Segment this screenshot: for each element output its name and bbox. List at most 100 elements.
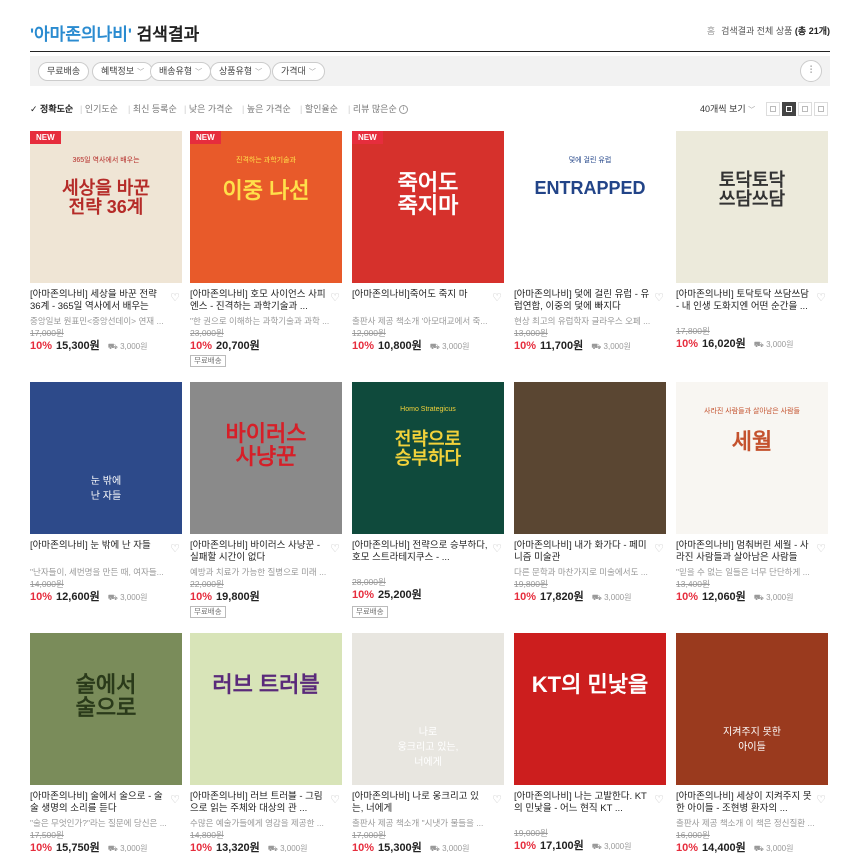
- heart-icon[interactable]: ♡: [816, 542, 826, 555]
- book-cover[interactable]: 토닥토닥 쓰담쓰담: [676, 131, 828, 283]
- product-title[interactable]: [아마존의나비] 눈 밖에 난 자들: [30, 540, 168, 564]
- book-cover[interactable]: 덫에 걸린 유럽 ENTRAPPED: [514, 131, 666, 283]
- product-title[interactable]: [아마존의나비] 토닥토닥 쓰담쓰담 - 내 인생 도화지엔 어떤 순간을 ..…: [676, 289, 814, 313]
- shipping-fee: ⛟ 3,000원: [430, 844, 470, 853]
- product-card[interactable]: NEW 죽어도 죽지마 [아마존의나비]죽어도 죽지 마 ♡ 출판사 제공 책소개 '아…: [352, 131, 504, 367]
- product-card[interactable]: 덫에 걸린 유럽 ENTRAPPED [아마존의나비] 덫에 걸린 유럽 - 유럽연…: [514, 131, 666, 367]
- book-cover[interactable]: 눈 밖에 난 자들: [30, 382, 182, 534]
- sale-price: 10% 12,600원 ⛟ 3,000원: [30, 588, 148, 604]
- view-list-icon[interactable]: [766, 102, 780, 116]
- view-large-icon[interactable]: [814, 102, 828, 116]
- product-title[interactable]: [아마존의나비] 세상이 지켜주지 못한 아이들 - 조현병 환자의 ...: [676, 791, 814, 815]
- product-card[interactable]: 지켜주지 못한 아이들 [아마존의나비] 세상이 지켜주지 못한 아이들 - 조현…: [676, 633, 828, 857]
- book-cover[interactable]: 러브 트러블: [190, 633, 342, 785]
- heart-icon[interactable]: ♡: [816, 793, 826, 806]
- heart-icon[interactable]: ♡: [492, 793, 502, 806]
- breadcrumb-home[interactable]: 홈: [707, 26, 715, 36]
- shipping-value: 3,000원: [766, 593, 794, 602]
- product-card[interactable]: Homo Strategicus 전략으로 승부하다 [아마존의나비] 전략으로 승…: [352, 382, 504, 618]
- heart-icon[interactable]: ♡: [654, 291, 664, 304]
- product-card[interactable]: 토닥토닥 쓰담쓰담 [아마존의나비] 토닥토닥 쓰담쓰담 - 내 인생 도화지엔 …: [676, 131, 828, 367]
- book-cover[interactable]: NEW 진격하는 과학기술과 이중 나선: [190, 131, 342, 283]
- heart-icon[interactable]: ♡: [654, 542, 664, 555]
- product-card[interactable]: 바이러스 사냥꾼 [아마존의나비] 바이러스 사냥꾼 - 실패할 시간이 없다 ♡ 예…: [190, 382, 342, 618]
- product-card[interactable]: [아마존의나비] 내가 화가다 - 페미니즘 미술관 ♡ 다른 문학과 마찬가지로 …: [514, 382, 666, 618]
- product-title[interactable]: [아마존의나비] 나로 웅크리고 있는, 너에게: [352, 791, 490, 815]
- heart-icon[interactable]: ♡: [330, 542, 340, 555]
- price-value: 15,750원: [56, 842, 100, 854]
- product-title[interactable]: [아마존의나비]죽어도 죽지 마: [352, 289, 490, 313]
- product-card[interactable]: 러브 트러블 [아마존의나비] 러브 트러블 - 그림으로 읽는 주체와 대상의 …: [190, 633, 342, 857]
- info-icon[interactable]: i: [398, 105, 408, 115]
- sale-price: 10% 16,020원 ⛟ 3,000원: [676, 335, 794, 351]
- product-card[interactable]: NEW 365일 역사에서 배우는 세상을 바꾼 전략 36계 [아마존의나비] 세상…: [30, 131, 182, 367]
- heart-icon[interactable]: ♡: [330, 793, 340, 806]
- price-value: 10,800원: [378, 340, 422, 352]
- per-page-select[interactable]: 40개씩 보기 ﹀: [700, 102, 755, 115]
- product-card[interactable]: KT의 민낯을 [아마존의나비] 나는 고발한다. KT의 민낯을 - 어느 현직…: [514, 633, 666, 857]
- book-cover[interactable]: KT의 민낯을: [514, 633, 666, 785]
- product-card[interactable]: 술에서 술으로 [아마존의나비] 술에서 술으로 - 술술 생명의 소리를 듣다 ♡…: [30, 633, 182, 857]
- truck-icon: ⛟: [591, 842, 602, 851]
- view-grid-icon[interactable]: [782, 102, 796, 116]
- book-cover[interactable]: 바이러스 사냥꾼: [190, 382, 342, 534]
- product-card[interactable]: 사라진 사람들과 살아남은 사람들 세월 [아마존의나비] 멈춰버린 세월 - 사라…: [676, 382, 828, 618]
- sort-high-price[interactable]: | 높은 가격순: [242, 102, 291, 115]
- book-cover[interactable]: NEW 365일 역사에서 배우는 세상을 바꾼 전략 36계: [30, 131, 182, 283]
- heart-icon[interactable]: ♡: [330, 291, 340, 304]
- heart-icon[interactable]: ♡: [170, 542, 180, 555]
- product-title[interactable]: [아마존의나비] 나는 고발한다. KT의 민낯을 - 어느 현직 KT ...: [514, 791, 652, 815]
- sort-accuracy[interactable]: ✓ 정확도순: [30, 102, 73, 115]
- heart-icon[interactable]: ♡: [492, 542, 502, 555]
- filter-delivery-type[interactable]: 배송유형 ﹀: [150, 62, 212, 81]
- heart-icon[interactable]: ♡: [816, 291, 826, 304]
- heart-icon[interactable]: ♡: [170, 793, 180, 806]
- sort-reviews[interactable]: | 리뷰 많은순 i: [348, 102, 408, 115]
- cover-subtitle: 365일 역사에서 배우는: [72, 157, 140, 164]
- product-card[interactable]: 나로 웅크리고 있는, 너에게 [아마존의나비] 나로 웅크리고 있는, 너에게 ♡…: [352, 633, 504, 857]
- product-title[interactable]: [아마존의나비] 내가 화가다 - 페미니즘 미술관: [514, 540, 652, 564]
- sale-price: 10% 10,800원 ⛟ 3,000원: [352, 337, 470, 353]
- sort-newest[interactable]: | 최신 등록순: [128, 102, 177, 115]
- view-wide-icon[interactable]: [798, 102, 812, 116]
- sort-popular[interactable]: | 인기도순: [80, 102, 118, 115]
- product-title[interactable]: [아마존의나비] 술에서 술으로 - 술술 생명의 소리를 듣다: [30, 791, 168, 815]
- filter-benefit[interactable]: 혜택정보 ﹀: [92, 62, 154, 81]
- truck-icon: ⛟: [753, 340, 764, 349]
- sale-price: 10% 11,700원 ⛟ 3,000원: [514, 337, 631, 353]
- book-cover[interactable]: Homo Strategicus 전략으로 승부하다: [352, 382, 504, 534]
- product-title[interactable]: [아마존의나비] 덫에 걸린 유럽 - 유럽연합, 이중의 덫에 빠지다: [514, 289, 652, 313]
- product-title[interactable]: [아마존의나비] 호모 사이언스 사피엔스 - 진격하는 과학기술과 ...: [190, 289, 328, 313]
- product-title[interactable]: [아마존의나비] 바이러스 사냥꾼 - 실패할 시간이 없다: [190, 540, 328, 564]
- discount-rate: 10%: [352, 842, 375, 854]
- product-title[interactable]: [아마존의나비] 러브 트러블 - 그림으로 읽는 주체와 대상의 관 ...: [190, 791, 328, 815]
- book-cover[interactable]: 사라진 사람들과 살아남은 사람들 세월: [676, 382, 828, 534]
- cover-title: 전략으로 승부하다: [394, 429, 462, 468]
- product-description: "술은 무엇인가?"라는 질문에 당신은 ...: [30, 818, 167, 828]
- product-title[interactable]: [아마존의나비] 전략으로 승부하다, 호모 스트라테지쿠스 - ...: [352, 540, 490, 564]
- sale-price: 10% 17,100원 ⛟ 3,000원: [514, 837, 632, 853]
- filter-free-shipping[interactable]: 무료배송: [38, 62, 90, 81]
- heart-icon[interactable]: ♡: [492, 291, 502, 304]
- filter-product-type[interactable]: 상품유형 ﹀: [210, 62, 272, 81]
- discount-rate: 10%: [514, 591, 537, 603]
- product-card[interactable]: 눈 밖에 난 자들 [아마존의나비] 눈 밖에 난 자들 ♡ "난자들이, 세번명을 …: [30, 382, 182, 618]
- filter-price[interactable]: 가격대 ﹀: [272, 62, 325, 81]
- product-card[interactable]: NEW 진격하는 과학기술과 이중 나선 [아마존의나비] 호모 사이언스 사피엔스 …: [190, 131, 342, 367]
- book-cover[interactable]: 술에서 술으로: [30, 633, 182, 785]
- heart-icon[interactable]: ♡: [170, 291, 180, 304]
- product-description: 현상 최고의 유럽학자 글라우스 오페 ...: [514, 316, 651, 326]
- filter-settings-icon[interactable]: ⫶: [800, 60, 822, 82]
- book-cover[interactable]: 지켜주지 못한 아이들: [676, 633, 828, 785]
- book-cover[interactable]: 나로 웅크리고 있는, 너에게: [352, 633, 504, 785]
- sort-discount[interactable]: | 할인율순: [300, 102, 338, 115]
- per-page-label: 40개씩 보기: [700, 104, 746, 114]
- shipping-fee: ⛟ 3,000원: [754, 593, 794, 602]
- product-title[interactable]: [아마존의나비] 세상을 바꾼 전략 36계 - 365일 역사에서 배우는: [30, 289, 168, 313]
- book-cover[interactable]: [514, 382, 666, 534]
- sort-low-price[interactable]: | 낮은 가격순: [184, 102, 233, 115]
- book-cover[interactable]: NEW 죽어도 죽지마: [352, 131, 504, 283]
- product-title[interactable]: [아마존의나비] 멈춰버린 세월 - 사라진 사람들과 살아남은 사람들: [676, 540, 814, 564]
- heart-icon[interactable]: ♡: [654, 793, 664, 806]
- shipping-fee: ⛟ 3,000원: [268, 844, 308, 853]
